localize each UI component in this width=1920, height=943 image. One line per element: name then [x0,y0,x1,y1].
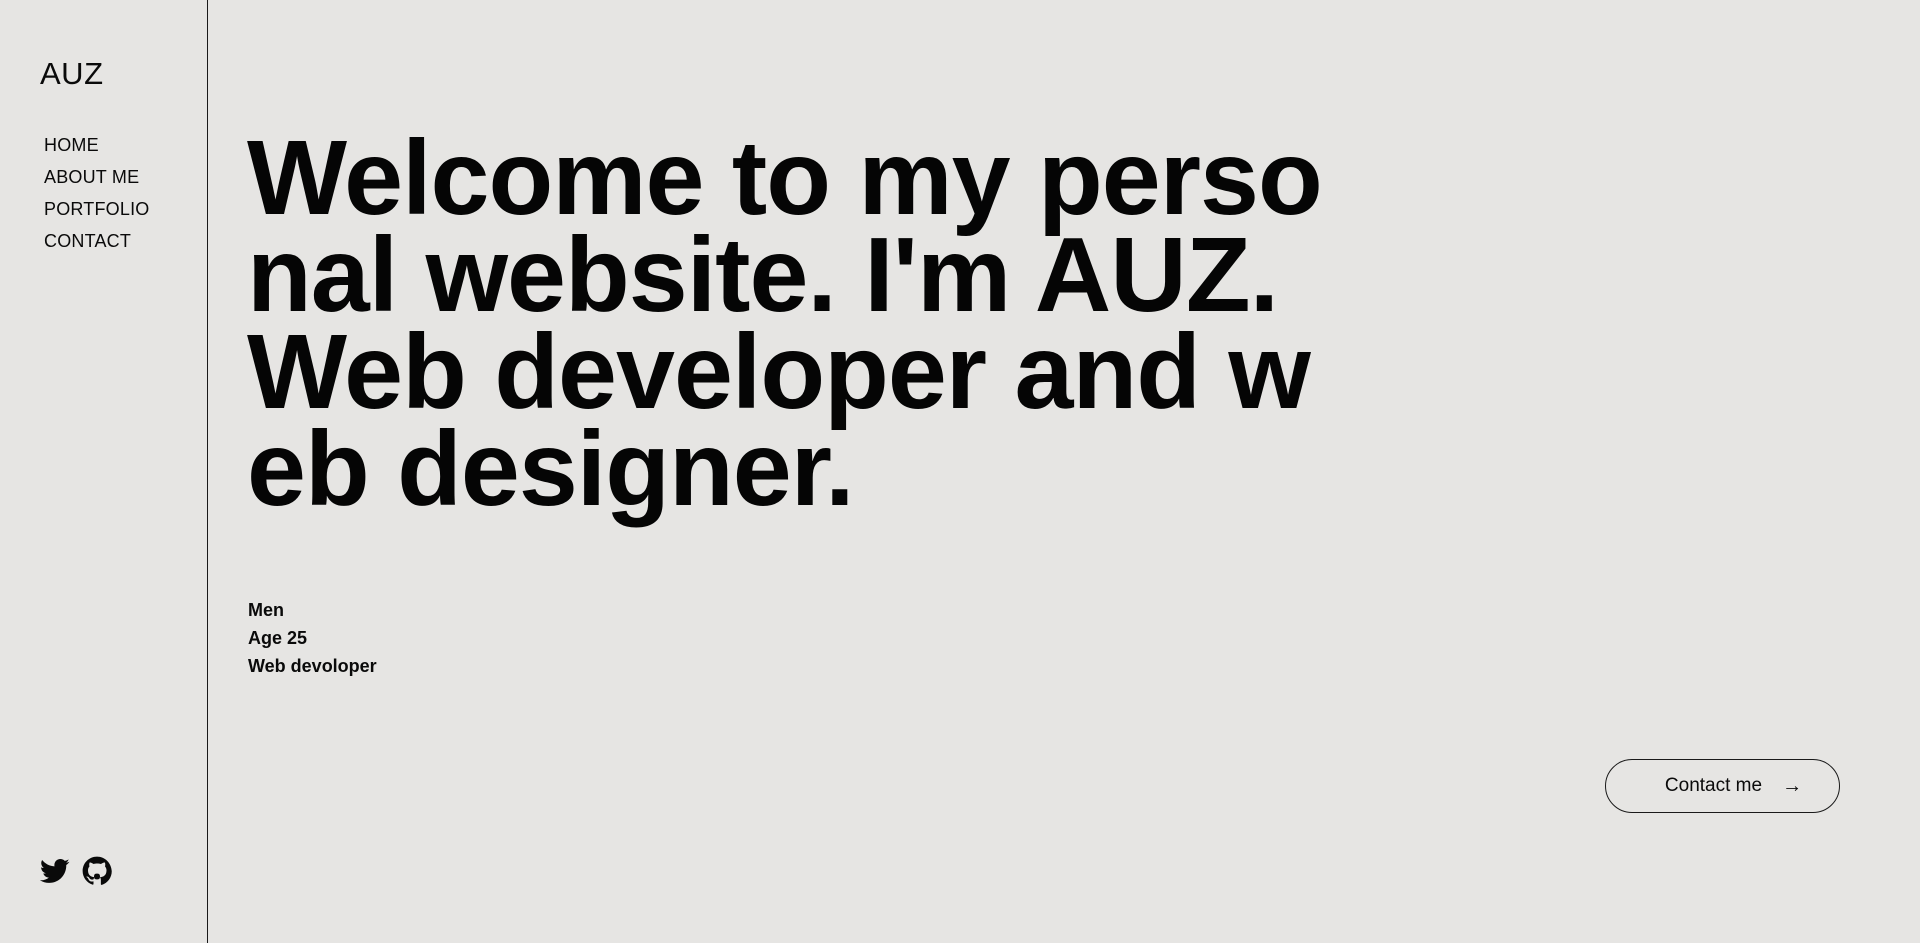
site-logo[interactable]: AUZ [40,56,104,92]
nav-link-home[interactable]: HOME [44,133,99,157]
profile-gender: Men [248,600,284,620]
nav-link-portfolio[interactable]: PORTFOLIO [44,197,150,221]
profile-role: Web devoloper [248,656,377,676]
profile-age: Age 25 [248,628,308,648]
hero-headline: Welcome to my personal website. I'm AUZ.… [247,119,1323,528]
social-links [40,856,112,886]
nav-link-about-me[interactable]: ABOUT ME [44,165,139,189]
nav-link-contact[interactable]: CONTACT [44,229,131,253]
nav-item-portfolio: PORTFOLIO [44,197,150,229]
arrow-right-icon: → [1782,775,1803,797]
sidebar: AUZ HOME ABOUT ME PORTFOLIO CONTACT [0,0,208,943]
nav-item-contact: CONTACT [44,229,150,261]
profile-info: Men Age 25 Web devoloper [248,596,377,680]
contact-me-label: Contact me [1664,775,1763,796]
nav-item-about-me: ABOUT ME [44,165,150,197]
github-icon[interactable] [82,856,112,886]
main-nav: HOME ABOUT ME PORTFOLIO CONTACT [44,133,150,261]
twitter-icon[interactable] [40,856,70,886]
contact-me-button[interactable]: Contact me → [1605,759,1840,813]
nav-item-home: HOME [44,133,150,165]
page: AUZ HOME ABOUT ME PORTFOLIO CONTACT Welc… [0,0,1920,943]
